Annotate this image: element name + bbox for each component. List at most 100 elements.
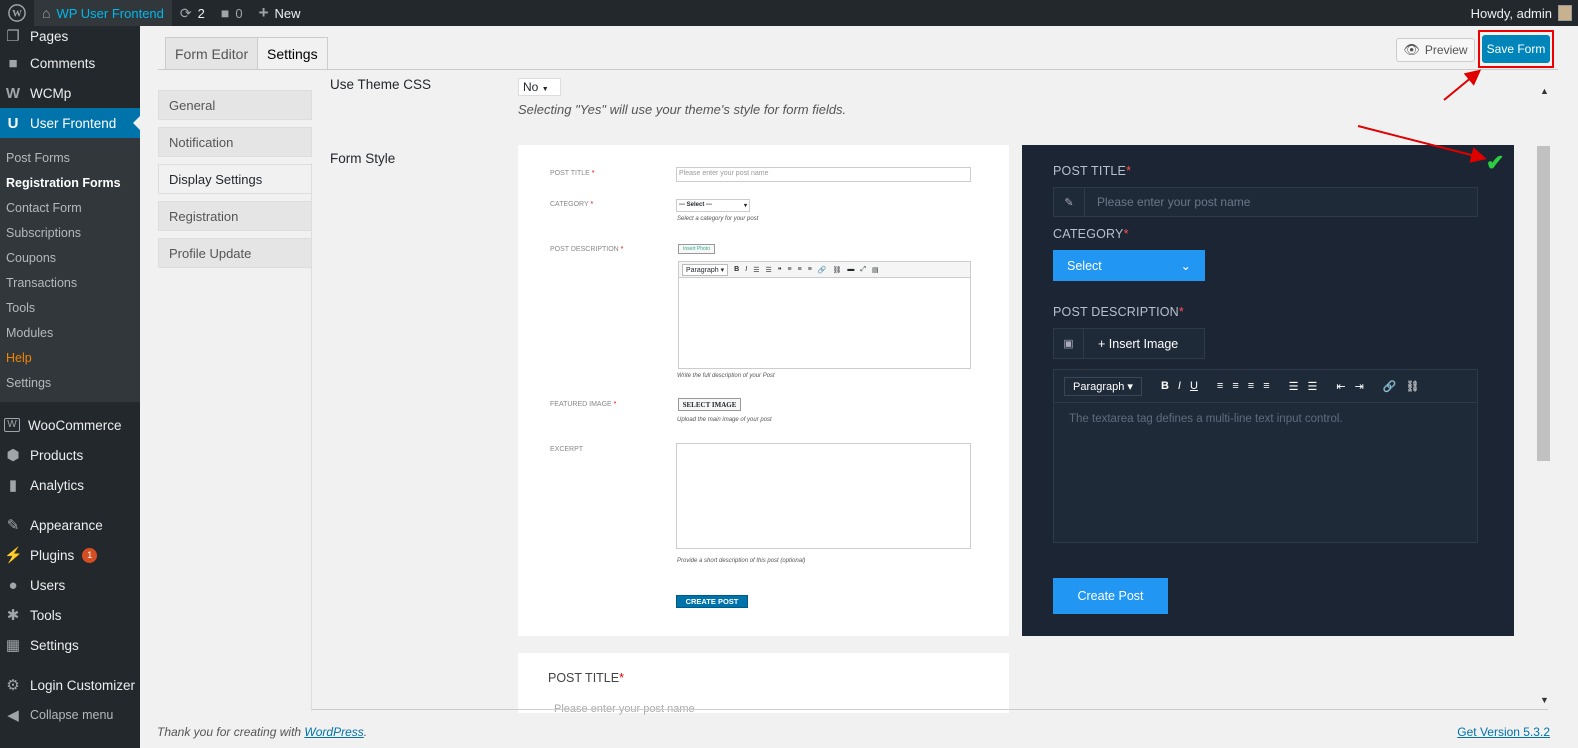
wordpress-link[interactable]: WordPress (304, 725, 363, 739)
updates-icon: ⟳ (179, 4, 192, 21)
submenu-coupons[interactable]: Coupons (0, 246, 140, 271)
menu-analytics[interactable]: ▮ Analytics (0, 470, 140, 500)
editor-toolbar: Paragraph ▾ B I ☰ ☰ ❝ ≡ ≡ ≡ 🔗 ⛓ ▬ ⤢ ▤ (678, 261, 971, 278)
my-account[interactable]: Howdy, admin (1471, 0, 1572, 26)
preview-button[interactable]: 👁 Preview (1396, 38, 1475, 62)
tab-settings[interactable]: Settings (257, 37, 328, 70)
number-list-icon: ☰ (1307, 380, 1318, 393)
submenu-subscriptions[interactable]: Subscriptions (0, 221, 140, 246)
field-help: Select a category for your post (677, 216, 759, 222)
updates-link[interactable]: ⟳ 2 (172, 0, 213, 26)
field-help: Provide a short description of this post… (677, 558, 806, 564)
collapse-menu-button[interactable]: ◀ Collapse menu (0, 700, 140, 730)
menu-login-customizer[interactable]: ⚙ Login Customizer (0, 670, 140, 700)
theme-css-select[interactable]: No ▼ (518, 78, 561, 96)
unlink-icon: ⛓ (1405, 380, 1420, 393)
insert-image-button: ▣ + Insert Image (1053, 328, 1205, 359)
menu-comments[interactable]: ■ Comments (0, 48, 140, 78)
pencil-icon: ✎ (1054, 188, 1085, 216)
bold-icon: B (734, 266, 740, 273)
products-icon: ⬢ (6, 447, 20, 464)
field-label: EXCERPT (550, 446, 584, 453)
menu-woocommerce[interactable]: W WooCommerce (0, 410, 140, 440)
tools-icon: ✱ (6, 607, 20, 624)
settings-tab-notification[interactable]: Notification (158, 127, 312, 157)
submenu-contact-form[interactable]: Contact Form (0, 196, 140, 221)
menu-label: Analytics (30, 477, 85, 493)
user-frontend-submenu: Post Forms Registration Forms Contact Fo… (0, 138, 140, 402)
new-content-link[interactable]: + New (251, 0, 309, 26)
footer-divider (312, 709, 1548, 710)
appearance-icon: ✎ (6, 517, 20, 534)
preview-label: Preview (1424, 43, 1468, 57)
menu-tools[interactable]: ✱ Tools (0, 600, 140, 630)
submenu-post-forms[interactable]: Post Forms (0, 146, 140, 171)
footer-thanks-prefix: Thank you for creating with (157, 725, 305, 739)
submenu-help[interactable]: Help (0, 346, 140, 371)
settings-tab-display[interactable]: Display Settings (158, 164, 312, 194)
comments-link[interactable]: ■ 0 (213, 0, 251, 26)
wp-logo-icon[interactable]: W (0, 0, 34, 26)
menu-settings[interactable]: ▦ Settings (0, 630, 140, 660)
create-post-button: CREATE POST (676, 595, 748, 608)
image-icon: ▣ (1054, 329, 1084, 358)
align-right-icon: ≡ (807, 266, 812, 273)
settings-tab-profile-update[interactable]: Profile Update (158, 238, 312, 268)
tab-form-editor[interactable]: Form Editor (165, 37, 259, 70)
more-icon: ▬ (847, 266, 855, 273)
field-label: FEATURED IMAGE * (550, 401, 617, 408)
form-style-option-default[interactable]: POST TITLE * Please enter your post name… (518, 145, 1009, 636)
form-style-option-dark[interactable]: POST TITLE* ✎ Please enter your post nam… (1022, 145, 1514, 636)
number-list-icon: ☰ (765, 266, 772, 274)
menu-label: User Frontend (30, 115, 117, 131)
align-left-icon: ≡ (787, 266, 792, 273)
submenu-transactions[interactable]: Transactions (0, 271, 140, 296)
scroll-down-arrow-icon[interactable]: ▼ (1540, 695, 1549, 705)
post-title-placeholder: Please enter your post name (1097, 195, 1251, 209)
submenu-settings[interactable]: Settings (0, 371, 140, 396)
footer-version: Get Version 5.3.2 (1457, 725, 1550, 739)
pages-icon: ❐ (6, 28, 20, 45)
unlink-icon: ⛓ (832, 266, 842, 274)
field-label: CATEGORY * (550, 201, 594, 208)
submenu-modules[interactable]: Modules (0, 321, 140, 346)
submenu-tools[interactable]: Tools (0, 296, 140, 321)
menu-users[interactable]: ● Users (0, 570, 140, 600)
plugins-update-badge: 1 (82, 547, 98, 563)
field-label: POST DESCRIPTION* (1053, 305, 1184, 319)
menu-label: Tools (30, 607, 62, 623)
menu-wcmp[interactable]: W WCMp (0, 78, 140, 108)
submenu-registration-forms[interactable]: Registration Forms (0, 171, 140, 196)
underline-icon: U (1189, 380, 1198, 392)
menu-pages[interactable]: ❐ Pages (0, 24, 140, 48)
settings-divider (311, 163, 312, 711)
chevron-down-icon: ⌄ (1180, 259, 1191, 273)
align-right-icon: ≡ (1247, 380, 1255, 392)
menu-appearance[interactable]: ✎ Appearance (0, 510, 140, 540)
settings-tab-general[interactable]: General (158, 90, 312, 120)
get-version-link[interactable]: Get Version 5.3.2 (1457, 725, 1550, 739)
fullscreen-icon: ⤢ (860, 265, 867, 273)
site-name-link[interactable]: ⌂ WP User Frontend (34, 0, 172, 26)
comments-icon: ■ (8, 54, 18, 72)
field-label: POST TITLE* (548, 671, 624, 685)
scrollbar-thumb[interactable] (1537, 146, 1550, 461)
tab-divider (158, 69, 1558, 70)
woocommerce-icon: W (4, 418, 20, 432)
field-label: POST TITLE * (550, 170, 595, 177)
insert-photo-button: Insert Photo (678, 244, 715, 254)
italic-icon: I (1177, 380, 1181, 392)
menu-plugins[interactable]: ⚡ Plugins 1 (0, 540, 140, 570)
scroll-up-arrow-icon[interactable]: ▲ (1540, 86, 1549, 96)
checkmark-icon: ✔ (1486, 150, 1505, 175)
menu-label: Pages (30, 28, 69, 44)
menu-user-frontend[interactable]: U User Frontend (0, 108, 140, 138)
field-label: CATEGORY* (1053, 227, 1129, 241)
menu-label: Comments (30, 55, 96, 71)
settings-tab-registration[interactable]: Registration (158, 201, 312, 231)
theme-css-value: No (523, 80, 539, 94)
category-select: --- Select --- ▾ (676, 199, 750, 212)
admin-bar: W ⌂ WP User Frontend ⟳ 2 ■ 0 + New Howdy… (0, 0, 1578, 26)
menu-products[interactable]: ⬢ Products (0, 440, 140, 470)
form-style-option-third[interactable]: POST TITLE* Please enter your post name (518, 653, 1009, 715)
